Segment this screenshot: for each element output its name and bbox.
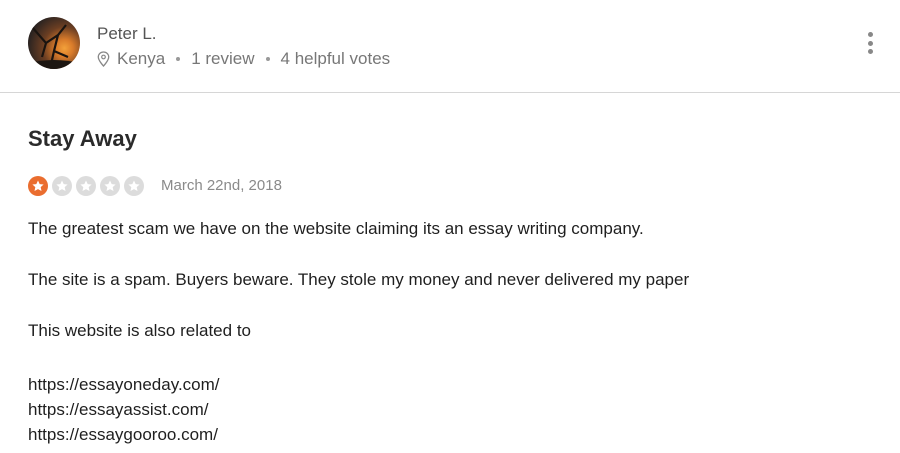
star-icon [100, 176, 120, 196]
star-rating [28, 176, 148, 196]
star-icon [28, 176, 48, 196]
related-link[interactable]: https://essayoneday.com/ [28, 372, 220, 397]
reviewer-name[interactable]: Peter L. [97, 24, 157, 44]
more-vertical-icon-dot [867, 49, 873, 54]
reviewer-location: Kenya [117, 49, 166, 68]
reviewer-helpful-votes: 4 helpful votes [280, 49, 391, 68]
related-links: https://essayoneday.com/ https://essayas… [28, 372, 220, 447]
review-date: March 22nd, 2018 [161, 177, 282, 194]
star-icon [76, 176, 96, 196]
related-link[interactable]: https://essaygooroo.com/ [28, 422, 220, 447]
review-paragraph: The greatest scam we have on the website… [28, 219, 644, 238]
star-icon [124, 176, 144, 196]
reviewer-meta: Kenya 1 review 4 helpful votes [97, 49, 390, 69]
separator-dot [176, 57, 181, 61]
reviewer-header: Peter L. Kenya 1 review 4 helpful votes [0, 0, 900, 93]
avatar[interactable] [28, 17, 80, 69]
review-title[interactable]: Stay Away [28, 126, 137, 152]
related-link[interactable]: https://essayassist.com/ [28, 397, 220, 422]
location-pin-icon [97, 51, 110, 67]
review-paragraph: This website is also related to [28, 321, 251, 340]
review-paragraph: The site is a spam. Buyers beware. They … [28, 270, 690, 289]
star-icon [52, 176, 72, 196]
more-options-button[interactable] [862, 32, 878, 54]
reviewer-review-count[interactable]: 1 review [191, 49, 254, 69]
more-vertical-icon-dot [867, 40, 873, 46]
more-vertical-icon [867, 32, 873, 37]
separator-dot [265, 57, 270, 61]
